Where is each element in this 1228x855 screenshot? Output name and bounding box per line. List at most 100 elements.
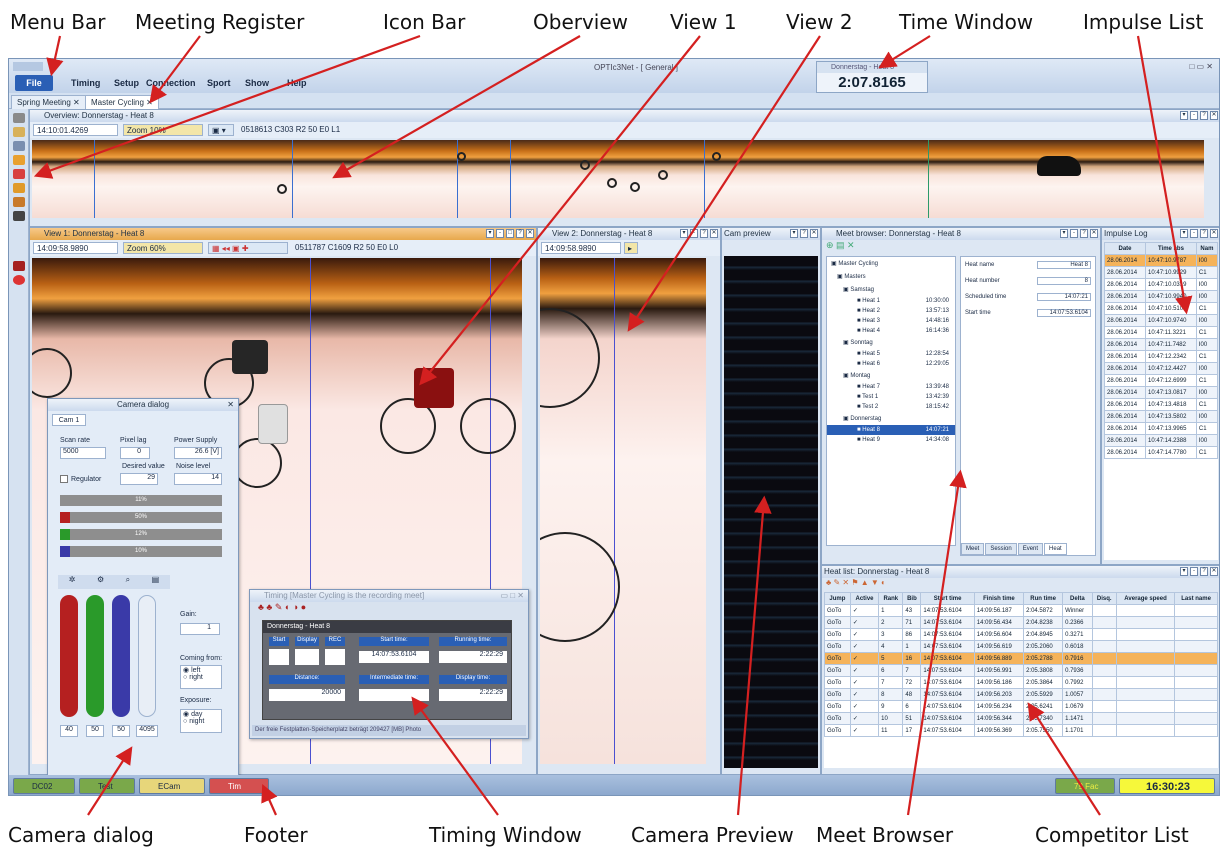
table-row[interactable]: 28.06.2014 10:47:12.4427 I00 (1104, 362, 1218, 375)
column-header[interactable]: Bib (902, 592, 922, 605)
goto-link[interactable]: GoTo (824, 616, 851, 629)
table-cell[interactable]: ✓ (849, 664, 880, 677)
footer-button-ecam[interactable]: ECam (139, 778, 205, 794)
table-row[interactable]: 28.06.2014 10:47:14.2388 I00 (1104, 434, 1218, 447)
record-icon[interactable] (13, 275, 25, 285)
green-value[interactable]: 50 (86, 725, 104, 737)
window-buttons[interactable]: ▾ - □? ✕ (486, 229, 534, 238)
gain-stepper[interactable]: 1 (180, 623, 220, 635)
goto-link[interactable]: GoTo (824, 628, 851, 641)
tab-spring-meeting[interactable]: Spring Meeting ✕ (11, 95, 86, 109)
table-row[interactable]: 28.06.2014 10:47:14.7780 C1 (1104, 446, 1218, 459)
table-row[interactable]: GoTo ✓ 10 51 14:07:53.6104 14:09:56.344 2:05.7… (824, 712, 1218, 725)
column-header[interactable]: Date (1104, 242, 1147, 255)
property-value[interactable]: 14:07:53.6104 (1037, 309, 1091, 317)
start-runner-icon[interactable] (269, 649, 289, 665)
menu-sport[interactable]: Sport (207, 78, 231, 88)
print-icon[interactable] (13, 113, 25, 123)
table-row[interactable]: GoTo ✓ 7 72 14:07:53.6104 14:09:56.186 2:05.38… (824, 676, 1218, 689)
table-row[interactable]: 28.06.2014 10:47:12.2342 C1 (1104, 350, 1218, 363)
table-row[interactable]: 28.06.2014 10:47:12.6999 C1 (1104, 374, 1218, 387)
quick-access-icons[interactable] (13, 62, 43, 71)
column-header[interactable]: Active (849, 592, 880, 605)
goto-link[interactable]: GoTo (824, 700, 851, 713)
menu-connection[interactable]: Connection (146, 78, 196, 88)
tab-heat[interactable]: Heat (1044, 543, 1067, 555)
column-header[interactable]: Run time (1023, 592, 1064, 605)
tree-heat[interactable]: ■ Heat 3 14:48:16 (827, 316, 955, 326)
view2-finish-image[interactable] (540, 258, 706, 764)
column-header[interactable]: Nam (1195, 242, 1218, 255)
goto-link[interactable]: GoTo (824, 640, 851, 653)
property-value[interactable]: 8 (1037, 277, 1091, 285)
regulator-checkbox[interactable]: Regulator (60, 475, 101, 483)
menu-help[interactable]: Help (287, 78, 307, 88)
table-row[interactable]: 28.06.2014 10:47:11.7482 I00 (1104, 338, 1218, 351)
scan-rate-select[interactable]: 5000 (60, 447, 106, 459)
column-header[interactable]: Jump (824, 592, 851, 605)
goto-link[interactable]: GoTo (824, 676, 851, 689)
desired-value-stepper[interactable]: 29 (120, 473, 158, 485)
menu-setup[interactable]: Setup (114, 78, 139, 88)
filter-icon[interactable]: ▤ (152, 575, 160, 589)
column-header[interactable]: Last name (1174, 592, 1218, 605)
window-buttons[interactable]: ▾ -? ✕ (1180, 111, 1218, 120)
master-value[interactable]: 4095 (136, 725, 158, 737)
table-cell[interactable]: ✓ (849, 676, 880, 689)
rec-camera-icon[interactable] (325, 649, 345, 665)
green-gain-slider[interactable] (86, 595, 104, 717)
goto-link[interactable]: GoTo (824, 712, 851, 725)
table-row[interactable]: 28.06.2014 10:47:10.9740 I00 (1104, 314, 1218, 327)
table-row[interactable]: 28.06.2014 10:47:10.9787 I00 (1104, 254, 1218, 267)
tree-root[interactable]: ▣ Master Cycling (827, 257, 955, 270)
table-row[interactable]: 28.06.2014 10:47:10.5103 C1 (1104, 302, 1218, 315)
table-cell[interactable]: ✓ (849, 628, 880, 641)
distance-field[interactable]: 20000 (269, 689, 345, 701)
ruler-icon[interactable] (13, 155, 25, 165)
image-tools-icon[interactable]: ▣ ▾ (208, 124, 234, 136)
table-row[interactable]: 28.06.2014 10:47:10.9940 I00 (1104, 290, 1218, 303)
clock-icon[interactable] (13, 183, 25, 193)
table-row[interactable]: GoTo ✓ 3 86 14:07:53.6104 14:09:56.604 2:04.89… (824, 628, 1218, 641)
property-value[interactable]: 14:07:21 (1037, 293, 1091, 301)
hand-icon[interactable] (13, 127, 25, 137)
footer-button-test[interactable]: Test (79, 778, 135, 794)
marker-icon[interactable] (13, 169, 25, 179)
view1-time-field[interactable]: 14:09:58.9890 (33, 242, 118, 254)
column-header[interactable]: Disq. (1091, 592, 1117, 605)
grid-icon[interactable] (13, 141, 25, 151)
bike-icon[interactable] (13, 197, 25, 207)
zoom-icon[interactable]: ⌕ (126, 575, 130, 589)
table-cell[interactable]: ✓ (849, 616, 880, 629)
tree-day[interactable]: ▣ Montag (827, 369, 955, 382)
radio-night[interactable]: ○ night (183, 718, 221, 725)
camera-tools-tabs[interactable]: ✲ ⚙ ⌕ ▤ (58, 575, 170, 589)
column-header[interactable]: Rank (878, 592, 904, 605)
time-window[interactable]: Donnerstag - Heat 8 2:07.8165 (816, 61, 928, 93)
property-value[interactable]: Heat 8 (1037, 261, 1091, 269)
display-board-icon[interactable] (295, 649, 319, 665)
window-controls[interactable]: ▭ □ ✕ (500, 590, 524, 602)
heat-list-toolbar[interactable]: ♣ ✎ ✕ ⚑ ▲ ▼ ◐ (822, 578, 1219, 591)
table-row[interactable]: GoTo ✓ 5 16 14:07:53.6104 14:09:56.889 2:05.27… (824, 652, 1218, 665)
tree-heat[interactable]: ■ Test 1 13:42:39 (827, 392, 955, 402)
window-buttons[interactable]: ▾? ✕ (790, 229, 818, 238)
color-icon[interactable]: ✲ (69, 575, 76, 589)
blue-gain-slider[interactable] (112, 595, 130, 717)
table-row[interactable]: GoTo ✓ 2 71 14:07:53.6104 14:09:56.434 2:04.82… (824, 616, 1218, 629)
tree-heat[interactable]: ■ Heat 8 14:07:21 (827, 425, 955, 435)
red-gain-slider[interactable] (60, 595, 78, 717)
table-cell[interactable]: ✓ (849, 652, 880, 665)
table-row[interactable]: 28.06.2014 10:47:13.9965 C1 (1104, 422, 1218, 435)
table-row[interactable]: GoTo ✓ 1 43 14:07:53.6104 14:09:56.187 2:04.58… (824, 604, 1218, 617)
tree-day[interactable]: ▣ Sonntag (827, 336, 955, 349)
table-cell[interactable]: ✓ (849, 724, 880, 737)
column-header[interactable]: Time abs (1145, 242, 1197, 255)
master-gain-slider[interactable] (138, 595, 156, 717)
radio-right[interactable]: ○ right (183, 674, 221, 681)
table-row[interactable]: GoTo ✓ 6 7 14:07:53.6104 14:09:56.991 2:05.380… (824, 664, 1218, 677)
tree-heat[interactable]: ■ Heat 2 13:57:13 (827, 306, 955, 316)
tab-session[interactable]: Session (985, 543, 1017, 555)
tree-heat[interactable]: ■ Test 2 18:15:42 (827, 402, 955, 412)
column-header[interactable]: Finish time (973, 592, 1025, 605)
